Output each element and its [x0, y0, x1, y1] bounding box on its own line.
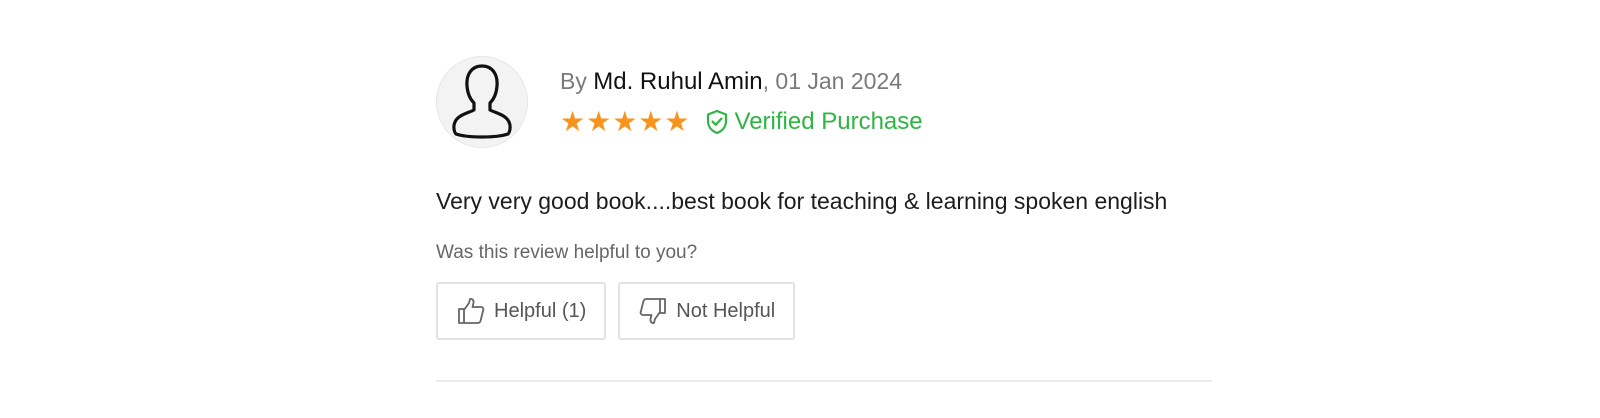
rating-row: ★★★★★ Verified Purchase [560, 105, 923, 139]
review-header: By Md. Ruhul Amin, 01 Jan 2024 ★★★★★ Ver… [436, 56, 1212, 148]
shield-check-icon [706, 109, 727, 135]
user-silhouette-icon [452, 64, 512, 139]
helpful-button[interactable]: Helpful (1) [436, 282, 607, 340]
byline: By Md. Ruhul Amin, 01 Jan 2024 [560, 66, 923, 97]
verified-badge: Verified Purchase [705, 108, 923, 136]
divider [436, 380, 1212, 382]
date-separator: , [762, 68, 776, 94]
not-helpful-label: Not Helpful [676, 299, 776, 322]
review-text: Very very good book....best book for tea… [436, 188, 1168, 214]
by-prefix: By [560, 68, 594, 94]
review-meta: By Md. Ruhul Amin, 01 Jan 2024 ★★★★★ Ver… [560, 56, 923, 139]
thumbs-down-icon [639, 298, 667, 324]
verified-label: Verified Purchase [734, 108, 923, 135]
thumbs-up-icon [458, 298, 485, 324]
avatar [436, 56, 528, 148]
not-helpful-button[interactable]: Not Helpful [618, 282, 796, 340]
star-rating: ★★★★★ [560, 105, 691, 138]
vote-buttons: Helpful (1) Not Helpful [436, 282, 1212, 340]
review-date: 01 Jan 2024 [775, 68, 903, 94]
review-card: By Md. Ruhul Amin, 01 Jan 2024 ★★★★★ Ver… [436, 56, 1212, 340]
helpful-label: Helpful (1) [494, 299, 587, 322]
helpful-question: Was this review helpful to you? [436, 242, 698, 263]
author-name[interactable]: Md. Ruhul Amin [593, 68, 762, 95]
